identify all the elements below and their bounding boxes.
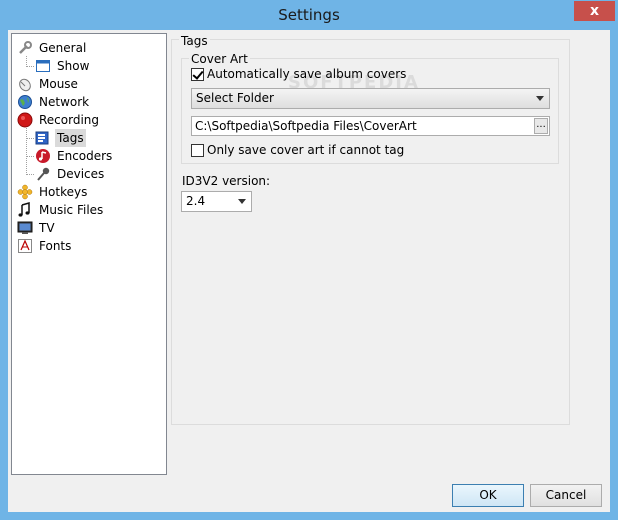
hotkey-icon bbox=[17, 184, 33, 200]
id3v2-version-value: 2.4 bbox=[186, 194, 206, 208]
tree-item-label: Encoders bbox=[57, 149, 113, 163]
close-button[interactable]: x bbox=[574, 1, 615, 21]
window-icon bbox=[36, 60, 50, 72]
tree-item-label: General bbox=[39, 41, 87, 55]
tree-connector bbox=[26, 128, 27, 175]
auto-save-covers-label[interactable]: Automatically save album covers bbox=[207, 67, 406, 81]
folder-select-value: Select Folder bbox=[196, 91, 274, 105]
tree-item-label: Music Files bbox=[39, 203, 104, 217]
id3v2-version-dropdown[interactable]: 2.4 bbox=[181, 191, 252, 212]
tree-item-label: Mouse bbox=[39, 77, 78, 91]
chevron-down-icon bbox=[238, 199, 246, 204]
tag-icon bbox=[35, 131, 49, 145]
tree-item-label: Recording bbox=[39, 113, 100, 127]
browse-button[interactable]: ... bbox=[534, 118, 548, 134]
tree-item-label: TV bbox=[39, 221, 55, 235]
tree-connector bbox=[26, 138, 34, 139]
tree-connector bbox=[26, 156, 34, 157]
ok-button[interactable]: OK bbox=[452, 484, 524, 507]
tree-item-label: Devices bbox=[57, 167, 105, 181]
tree-connector bbox=[26, 174, 34, 175]
tags-section-title: Tags bbox=[179, 34, 210, 48]
only-if-cannot-tag-checkbox[interactable] bbox=[191, 144, 204, 157]
tree-item-label: Show bbox=[57, 59, 90, 73]
only-if-cannot-tag-label[interactable]: Only save cover art if cannot tag bbox=[207, 143, 404, 157]
cover-art-path-input[interactable]: C:\Softpedia\Softpedia Files\CoverArt bbox=[191, 116, 550, 136]
cover-art-group-title: Cover Art bbox=[189, 52, 250, 66]
id3v2-version-label: ID3V2 version: bbox=[182, 174, 271, 188]
auto-save-covers-checkbox[interactable] bbox=[191, 68, 204, 81]
window-title: Settings bbox=[278, 6, 340, 24]
globe-icon bbox=[18, 95, 32, 109]
cover-art-path-value: C:\Softpedia\Softpedia Files\CoverArt bbox=[195, 119, 417, 133]
settings-tree[interactable]: General Show Mouse Network Recording Tag… bbox=[11, 33, 167, 475]
cancel-button[interactable]: Cancel bbox=[530, 484, 602, 507]
tv-icon bbox=[17, 221, 33, 234]
chevron-down-icon bbox=[536, 96, 544, 101]
close-icon: x bbox=[589, 3, 600, 19]
tree-item-label: Fonts bbox=[39, 239, 72, 253]
tree-item-label: Network bbox=[39, 95, 90, 109]
tree-item-label: Tags bbox=[55, 129, 86, 147]
title-bar[interactable]: Settings x bbox=[0, 0, 618, 30]
microphone-icon bbox=[37, 167, 50, 181]
tree-connector bbox=[26, 66, 34, 67]
tree-item-label: Hotkeys bbox=[39, 185, 88, 199]
encoder-icon bbox=[36, 149, 50, 163]
settings-window: Settings x General Show Mouse Network Re… bbox=[0, 0, 618, 520]
folder-select-dropdown[interactable]: Select Folder bbox=[191, 88, 550, 109]
font-icon bbox=[18, 239, 32, 253]
record-icon bbox=[17, 112, 33, 128]
wrench-icon bbox=[19, 41, 32, 54]
mouse-icon bbox=[19, 78, 31, 92]
music-note-icon bbox=[18, 202, 30, 217]
dialog-body: General Show Mouse Network Recording Tag… bbox=[8, 30, 610, 512]
